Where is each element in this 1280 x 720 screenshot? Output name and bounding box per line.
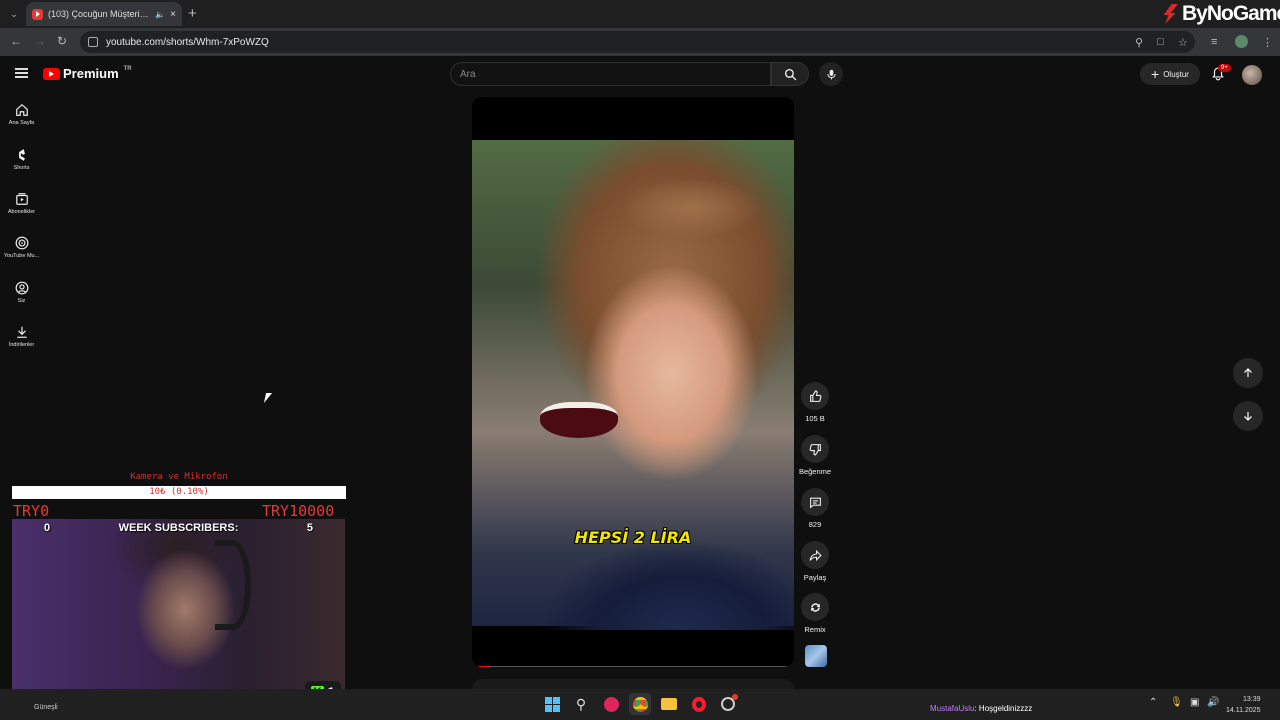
site-info-icon[interactable] <box>88 37 98 47</box>
file-explorer-icon[interactable] <box>658 693 680 715</box>
remix-button[interactable]: Remix <box>798 593 832 634</box>
voice-search-button[interactable] <box>819 62 843 86</box>
video-mouth-region <box>540 402 618 438</box>
youtube-play-icon <box>43 67 60 80</box>
taskbar-search-icon[interactable]: ⚲ <box>570 693 592 715</box>
like-button[interactable]: 105 B <box>798 382 832 423</box>
forward-icon[interactable]: → <box>34 34 46 48</box>
subscriptions-icon <box>15 193 28 205</box>
more-menu-icon[interactable]: ⋮ <box>1262 36 1273 49</box>
user-icon <box>15 281 28 295</box>
youtube-favicon-icon <box>32 8 43 20</box>
close-tab-icon[interactable]: × <box>170 9 176 20</box>
shorts-icon <box>18 149 25 161</box>
share-icon <box>809 549 822 561</box>
chrome-icon[interactable] <box>629 693 651 715</box>
system-clock[interactable]: 13:39 14.11.2025 <box>1226 694 1261 716</box>
shorts-video-player[interactable]: HEPSİ 2 LİRA <box>472 97 794 667</box>
donation-goal-min: TRY0 <box>13 502 50 520</box>
bookmark-star-icon[interactable]: ☆ <box>1178 36 1188 49</box>
install-app-icon[interactable]: □ <box>1157 36 1164 48</box>
back-icon[interactable]: ← <box>10 34 22 48</box>
share-button[interactable]: Paylaş <box>798 541 832 582</box>
search-input[interactable]: Ara <box>450 62 771 86</box>
donation-goal-bar: 10₺ (0.10%) <box>12 486 346 499</box>
mouse-cursor-icon <box>263 393 273 403</box>
sidebar-item-downloads[interactable]: İndirilenler <box>0 325 43 348</box>
previous-short-button[interactable] <box>1233 358 1263 388</box>
remix-icon <box>810 602 820 612</box>
windows-logo-icon <box>544 696 560 712</box>
browser-tab[interactable]: (103) Çocuğun Müşterilerini 🔈 × <box>26 2 182 26</box>
search-button[interactable] <box>771 62 809 86</box>
reload-icon[interactable]: ↻ <box>57 34 67 48</box>
webcam-feed <box>12 519 345 708</box>
video-frame <box>472 140 794 630</box>
media-player-icon[interactable] <box>600 693 622 715</box>
plus-icon: + <box>1151 66 1160 82</box>
arrow-down-icon <box>1244 412 1252 421</box>
notification-badge: 9+ <box>1218 64 1231 72</box>
tab-search-icon[interactable]: ⌄ <box>6 6 22 22</box>
headset-shape <box>215 540 251 630</box>
sidebar-item-shorts[interactable]: Shorts <box>0 148 43 171</box>
like-icon <box>809 390 821 402</box>
sidebar-item-subscriptions[interactable]: Abonelikler <box>0 192 43 215</box>
dislike-icon <box>809 443 821 455</box>
menu-icon[interactable] <box>15 68 28 78</box>
youtube-logo[interactable]: Premium TR <box>43 66 132 81</box>
network-icon[interactable]: ▣ <box>1190 697 1199 708</box>
create-button[interactable]: + Oluştur <box>1140 63 1200 85</box>
audio-source-thumbnail[interactable] <box>805 645 827 667</box>
week-subscribers-counter: 0 WEEK SUBSCRIBERS: 5 <box>44 522 313 534</box>
opera-icon[interactable] <box>688 693 710 715</box>
weather-widget[interactable]: Güneşli <box>34 704 58 711</box>
arrow-up-icon <box>1244 368 1252 377</box>
next-short-preview[interactable] <box>472 679 794 689</box>
profile-icon[interactable] <box>1235 35 1248 48</box>
url-field[interactable]: youtube.com/shorts/Whm-7xPoWZQ <box>80 31 1195 53</box>
chat-text: : Hoşgeldinizzzz <box>974 704 1033 713</box>
new-tab-button[interactable]: + <box>188 5 197 22</box>
video-progress-bar[interactable] <box>478 666 788 667</box>
tray-overflow-icon[interactable]: ⌃ <box>1149 697 1157 708</box>
donation-goal-max: TRY10000 <box>262 502 335 520</box>
search-icon <box>784 68 796 80</box>
zoom-icon[interactable]: ⚲ <box>1135 36 1143 49</box>
sidebar-item-home[interactable]: Ana Sayfa <box>0 103 43 126</box>
next-short-button[interactable] <box>1233 401 1263 431</box>
dislike-button[interactable]: Beğenme <box>798 435 832 476</box>
video-caption: HEPSİ 2 LİRA <box>574 528 692 547</box>
url-text: youtube.com/shorts/Whm-7xPoWZQ <box>106 36 269 48</box>
volume-icon[interactable]: 🔊 <box>1207 697 1219 708</box>
microphone-tray-icon[interactable]: 🎙 <box>1170 697 1183 708</box>
speaker-icon[interactable]: 🔈 <box>155 10 165 19</box>
app-icon[interactable] <box>717 693 739 715</box>
donation-goal-title: Kamera ve Mikrofon <box>130 472 228 482</box>
home-icon <box>15 103 28 116</box>
tab-title: (103) Çocuğun Müşterilerini <box>48 9 151 19</box>
video-progress-fill <box>478 666 491 667</box>
microphone-icon <box>826 69 836 80</box>
stream-chat-message: MustafaUslu: Hoşgeldinizzzz <box>930 704 1032 713</box>
sidebar-item-you[interactable]: Siz <box>0 281 43 304</box>
account-avatar[interactable] <box>1242 65 1262 85</box>
comments-button[interactable]: 829 <box>798 488 832 529</box>
download-icon <box>16 326 27 338</box>
bynogame-watermark: ByNoGame <box>1162 0 1280 28</box>
comment-icon <box>809 497 821 509</box>
sidebar-item-youtube-music[interactable]: YouTube Mu... <box>0 236 43 259</box>
reading-list-icon[interactable]: ≡ <box>1211 36 1217 48</box>
youtube-music-icon <box>15 236 28 250</box>
start-button[interactable] <box>541 693 563 715</box>
bynogame-logo-icon <box>1163 4 1178 24</box>
chat-username: MustafaUslu <box>930 704 975 713</box>
